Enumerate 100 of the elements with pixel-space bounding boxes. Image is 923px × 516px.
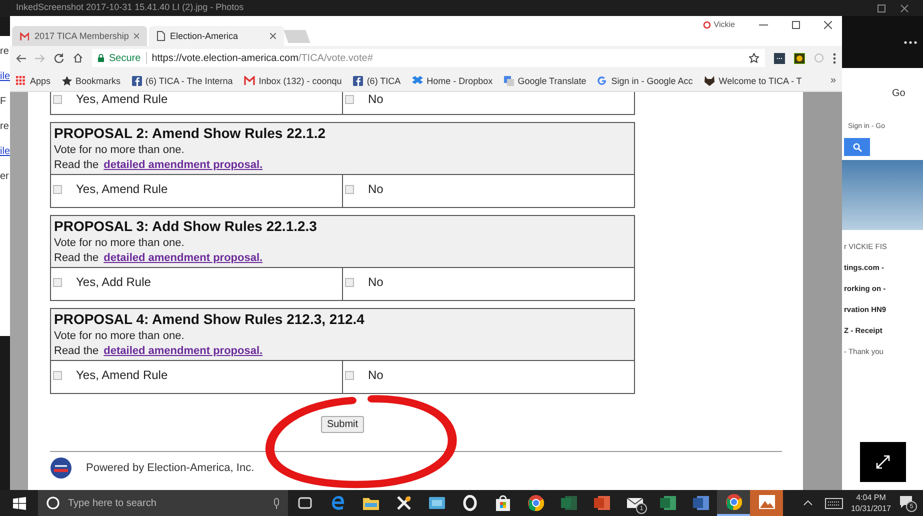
- link-fragment[interactable]: ile: [0, 71, 10, 82]
- search-button[interactable]: [844, 138, 870, 156]
- proposal-title: PROPOSAL 3: Add Show Rules 22.1.2.3: [54, 218, 318, 234]
- proposal-link[interactable]: detailed amendment proposal.: [104, 252, 263, 264]
- vote-instruction: Vote for no more than one.: [54, 237, 186, 249]
- document-icon[interactable]: [594, 495, 610, 511]
- checkbox[interactable]: [345, 185, 354, 194]
- folder-icon[interactable]: [362, 496, 378, 510]
- proposal-title: PROPOSAL 4: Amend Show Rules 212.3, 212.4: [54, 311, 366, 327]
- bookmark[interactable]: Bookmarks: [62, 76, 121, 86]
- browser-tab[interactable]: Election-America: [149, 26, 284, 46]
- square-logo-icon: [352, 76, 363, 86]
- ring-icon: [702, 20, 711, 28]
- submit-button[interactable]: Submit: [320, 416, 364, 433]
- clock[interactable]: 4:04 PM 10/31/2017: [850, 492, 891, 514]
- search-circle-icon[interactable]: [46, 496, 60, 510]
- close-icon[interactable]: [134, 33, 139, 39]
- start-windows-icon[interactable]: [12, 496, 26, 510]
- vote-instruction: Vote for no more than one.: [54, 330, 186, 342]
- translate-icon: [504, 76, 514, 86]
- option-label: Yes, Add Rule: [76, 275, 151, 289]
- maximize-icon[interactable]: [792, 20, 800, 28]
- text-fragment: re: [0, 46, 10, 57]
- extension-icon[interactable]: [794, 52, 805, 64]
- text-fragment: er: [0, 171, 10, 182]
- round-browser-icon[interactable]: [528, 495, 544, 511]
- checkbox[interactable]: [345, 371, 354, 380]
- microphone-icon[interactable]: [273, 498, 280, 508]
- star-icon: [62, 76, 72, 86]
- bookmark[interactable]: (6) TICA - The Interna: [132, 76, 233, 86]
- ring-icon[interactable]: [462, 495, 476, 511]
- task-view-icon[interactable]: [298, 497, 312, 509]
- more-icon[interactable]: [904, 40, 917, 44]
- open-box-icon: [412, 76, 423, 86]
- proposal-link[interactable]: detailed amendment proposal.: [104, 345, 263, 357]
- extension-icon[interactable]: [774, 52, 785, 64]
- round-browser-icon[interactable]: [726, 494, 742, 510]
- page-icon: [157, 31, 165, 41]
- reload-icon[interactable]: [54, 53, 64, 63]
- search-field[interactable]: Type here to search: [66, 496, 267, 510]
- mail-m-icon: [244, 76, 255, 85]
- read-label: Read the: [54, 345, 99, 357]
- seal-logo-icon: [50, 457, 72, 479]
- home-icon[interactable]: [73, 53, 83, 63]
- taskbar-app[interactable]: [717, 490, 750, 516]
- close-icon[interactable]: [824, 20, 832, 28]
- star-icon[interactable]: [749, 53, 759, 63]
- option-label: No: [368, 92, 384, 106]
- bookmark[interactable]: Home - Dropbox: [412, 76, 493, 86]
- bookmark[interactable]: Inbox (132) - coonqu: [244, 76, 342, 86]
- address-bar[interactable]: Secure https://vote.election-america.com/TICA/vote.vote#: [92, 49, 765, 67]
- back-arrow-icon[interactable]: [16, 54, 26, 62]
- envelope-icon[interactable]: [626, 496, 642, 510]
- expand-button[interactable]: [860, 442, 906, 482]
- menu-icon[interactable]: [833, 52, 836, 64]
- picture-icon[interactable]: [758, 495, 774, 509]
- checkbox[interactable]: [53, 371, 62, 380]
- browser-e-icon[interactable]: [330, 495, 346, 511]
- text-fragment: re: [0, 121, 10, 132]
- link-fragment[interactable]: ile: [0, 146, 10, 157]
- bookmark[interactable]: Welcome to TICA - T: [704, 76, 802, 86]
- bookmark[interactable]: Google Translate: [504, 76, 586, 86]
- read-label: Read the: [54, 252, 99, 264]
- bookmark[interactable]: Apps: [16, 76, 51, 86]
- document-icon[interactable]: [692, 495, 708, 511]
- close-icon[interactable]: [900, 4, 909, 13]
- close-icon[interactable]: [270, 33, 276, 39]
- url-text: https://vote.election-america.com/TICA/vote.vote#: [152, 52, 373, 64]
- mail-m-icon: [20, 32, 30, 40]
- proposal-title: PROPOSAL 2: Amend Show Rules 22.1.2: [54, 125, 327, 141]
- browser-tab[interactable]: 2017 TICA Membership: [12, 26, 147, 46]
- checkbox[interactable]: [53, 278, 62, 287]
- cat-face-icon: [704, 76, 715, 86]
- checkbox[interactable]: [345, 278, 354, 287]
- lock-icon: [98, 54, 104, 62]
- chevron-up-icon[interactable]: [802, 500, 813, 506]
- option-label: Yes, Amend Rule: [76, 368, 168, 382]
- bookmark[interactable]: Sign in - Google Acc: [597, 76, 693, 86]
- option-label: No: [368, 182, 384, 196]
- checkbox[interactable]: [345, 95, 354, 104]
- shopping-bag-icon[interactable]: [494, 495, 510, 511]
- window-title: InkedScreenshot 2017-10-31 15.41.40 LI (2).jpg - Photos: [16, 2, 244, 12]
- spreadsheet-icon[interactable]: [660, 495, 676, 511]
- tools-icon[interactable]: [396, 495, 412, 511]
- keyboard-icon[interactable]: [824, 498, 843, 508]
- document-icon[interactable]: [560, 495, 576, 511]
- more-bookmarks-button[interactable]: »: [830, 75, 836, 86]
- proposal-link[interactable]: detailed amendment proposal.: [104, 159, 263, 171]
- option-label: Yes, Amend Rule: [76, 92, 168, 106]
- bookmark[interactable]: (6) TICA: [352, 76, 401, 86]
- read-label: Read the: [54, 159, 99, 171]
- card-icon[interactable]: [428, 497, 444, 509]
- text-fragment: F: [0, 96, 8, 107]
- taskbar-search-field[interactable]: Type here to search: [38, 490, 288, 516]
- restore-icon[interactable]: [877, 4, 886, 13]
- apps-grid-icon: [16, 76, 26, 86]
- checkbox[interactable]: [53, 185, 62, 194]
- profile-button[interactable]: Vickie: [702, 20, 735, 29]
- checkbox[interactable]: [53, 95, 62, 104]
- minimize-icon[interactable]: [759, 24, 768, 26]
